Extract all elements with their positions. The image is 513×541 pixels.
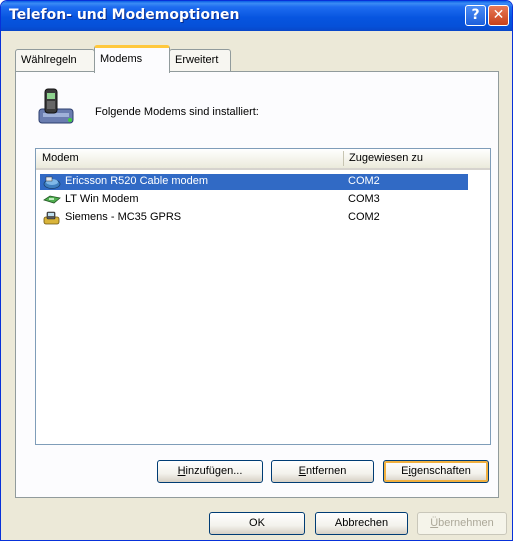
properties-button[interactable]: Eigenschaften: [383, 460, 489, 483]
modem-port: COM2: [348, 211, 380, 223]
phone-modem-icon: [38, 88, 74, 124]
tab-label: Wählregeln: [21, 54, 77, 66]
apply-button[interactable]: Übernehmen: [417, 512, 507, 535]
list-item[interactable]: Siemens - MC35 GPRS COM2: [40, 210, 468, 226]
button-label: bernehmen: [438, 517, 494, 529]
tab-erweitert[interactable]: Erweitert: [169, 49, 231, 71]
intro-text: Folgende Modems sind installiert:: [95, 106, 259, 118]
column-divider[interactable]: [343, 151, 344, 166]
cancel-button[interactable]: Abbrechen: [315, 512, 408, 535]
modem-name: LT Win Modem: [65, 193, 139, 205]
button-label: inzufügen...: [185, 465, 243, 477]
remove-modem-button[interactable]: Entfernen: [271, 460, 374, 483]
window-title: Telefon- und Modemoptionen: [9, 7, 240, 23]
modem-port: COM3: [348, 193, 380, 205]
dialog-window: Telefon- und Modemoptionen ? ✕ Wählregel…: [0, 0, 513, 541]
column-header-modem[interactable]: Modem: [42, 152, 79, 164]
help-icon: ?: [471, 7, 480, 23]
mnemonic-char: Ü: [430, 517, 439, 529]
gprs-modem-icon: [43, 211, 60, 225]
modem-name: Siemens - MC35 GPRS: [65, 211, 182, 223]
win-modem-icon: [43, 195, 61, 204]
list-item[interactable]: LT Win Modem COM3: [40, 192, 468, 208]
button-label: Abbrechen: [334, 517, 389, 529]
ok-button[interactable]: OK: [209, 512, 305, 535]
tab-modems[interactable]: Modems: [94, 45, 170, 73]
mnemonic-char: H: [177, 465, 186, 477]
column-header-assigned[interactable]: Zugewiesen zu: [349, 152, 423, 164]
tab-label: Modems: [100, 53, 143, 65]
close-icon: ✕: [492, 7, 505, 23]
list-item[interactable]: Ericsson R520 Cable modem COM2: [40, 174, 468, 190]
cable-modem-icon: [43, 176, 61, 189]
mnemonic-char: E: [298, 465, 306, 477]
modem-port: COM2: [348, 175, 380, 187]
tab-waehlregeln[interactable]: Wählregeln: [15, 49, 95, 71]
add-modem-button[interactable]: Hinzufügen...: [157, 460, 263, 483]
button-label: genschaften: [410, 465, 471, 477]
tab-label: Erweitert: [175, 54, 219, 66]
title-bar[interactable]: Telefon- und Modemoptionen ? ✕: [1, 1, 512, 31]
button-label: OK: [249, 517, 265, 529]
help-button[interactable]: ?: [465, 5, 486, 26]
list-header: Modem Zugewiesen zu: [36, 149, 490, 170]
modem-name: Ericsson R520 Cable modem: [65, 175, 209, 187]
close-button[interactable]: ✕: [488, 5, 509, 26]
button-label: ntfernen: [305, 465, 347, 477]
modem-list[interactable]: Modem Zugewiesen zu Ericsson R520 Cable …: [35, 148, 491, 445]
